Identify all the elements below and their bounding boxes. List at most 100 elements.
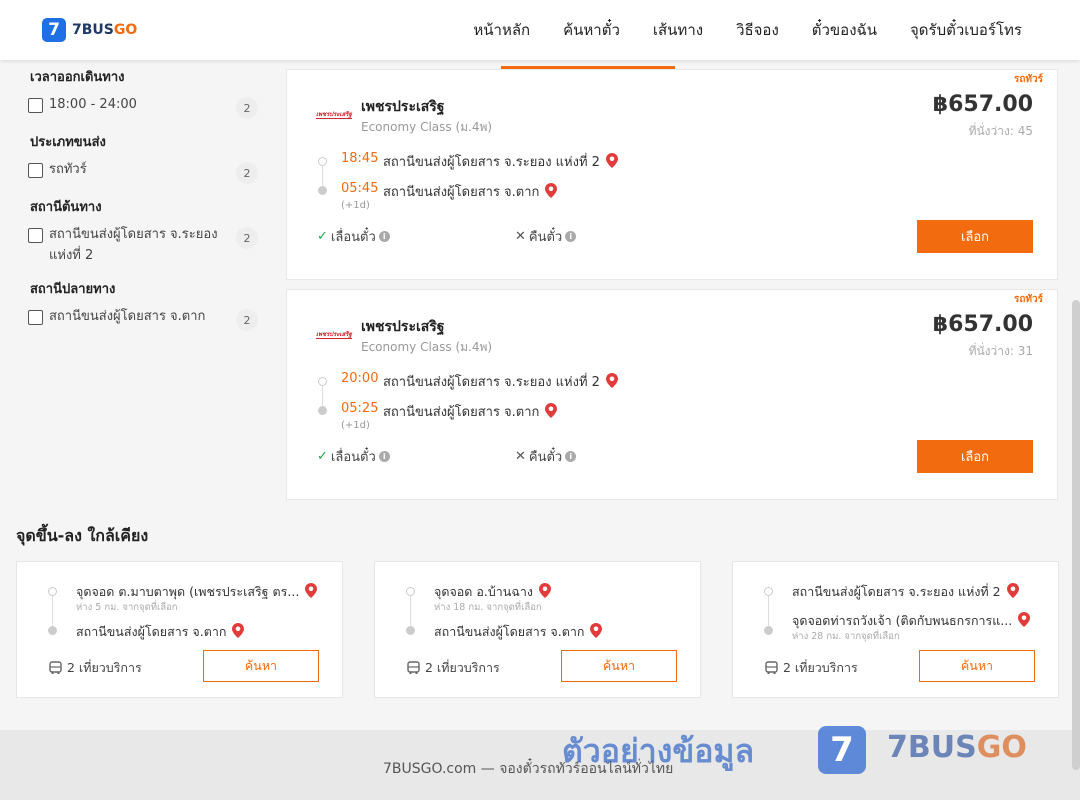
info-icon[interactable]: i <box>378 451 390 462</box>
origin-dot-icon <box>406 587 415 596</box>
nav-my-tickets[interactable]: ตั๋วของฉัน <box>812 18 877 42</box>
filter-option[interactable]: 18:00 - 24:00 2 <box>28 97 258 119</box>
route-line <box>52 592 53 630</box>
seats-available: ที่นั่งว่าง: 45 <box>968 124 1033 138</box>
filter-transport-type: ประเภทขนส่ง รถทัวร์ 2 <box>28 131 258 184</box>
select-trip-button[interactable]: เลือก <box>917 440 1033 473</box>
nearby-destination[interactable]: สถานีขนส่งผู้โดยสาร จ.ตาก <box>76 622 245 642</box>
bus-class: Economy Class (ม.4พ) <box>361 340 493 354</box>
origin-dot-icon <box>48 587 57 596</box>
nearby-origin[interactable]: จุดจอด อ.บ้านฉาง <box>434 582 551 602</box>
departure-station[interactable]: สถานีขนส่งผู้โดยสาร จ.ระยอง แห่งที่ 2 <box>383 151 618 172</box>
map-pin-icon[interactable] <box>590 623 603 638</box>
info-icon[interactable]: i <box>378 231 390 242</box>
map-pin-icon[interactable] <box>232 623 245 638</box>
transport-type-badge: รถทัวร์ <box>1013 74 1043 85</box>
page-scrollbar[interactable] <box>1072 300 1080 770</box>
arrival-station[interactable]: สถานีขนส่งผู้โดยสาร จ.ตาก <box>383 401 558 422</box>
filter-count-badge: 2 <box>236 97 258 119</box>
logo-text: 7BUSGO <box>72 22 138 38</box>
filter-departure-time: เวลาออกเดินทาง 18:00 - 24:00 2 <box>28 66 258 119</box>
departure-station[interactable]: สถานีขนส่งผู้โดยสาร จ.ระยอง แห่งที่ 2 <box>383 371 618 392</box>
destination-dot-icon <box>318 186 327 195</box>
checkbox[interactable] <box>28 228 43 243</box>
filter-title: สถานีต้นทาง <box>30 200 102 215</box>
nearby-card: จุดจอด อ.บ้านฉาง ห่าง 18 กม. จากจุดที่เล… <box>374 561 701 698</box>
map-pin-icon[interactable] <box>538 583 551 598</box>
filter-title: ประเภทขนส่ง <box>30 135 106 150</box>
trip-card: รถทัวร์ เพชรประเสริฐ เพชรประเสริฐ Econom… <box>286 289 1058 500</box>
nav-how-to-book[interactable]: วิธีจอง <box>736 18 779 42</box>
map-pin-icon[interactable] <box>605 373 618 388</box>
cross-icon: ✕ <box>515 229 526 244</box>
checkbox[interactable] <box>28 310 43 325</box>
nav-search-tickets[interactable]: ค้นหาตั๋ว <box>563 18 620 42</box>
arrival-station[interactable]: สถานีขนส่งผู้โดยสาร จ.ตาก <box>383 181 558 202</box>
next-day-marker: (+1d) <box>341 420 370 431</box>
filter-count-badge: 2 <box>236 162 258 184</box>
filter-option[interactable]: สถานีขนส่งผู้โดยสาร จ.ตาก 2 <box>28 309 258 331</box>
operator-name: เพชรประเสริฐ <box>361 319 445 335</box>
departure-time: 18:45 <box>341 151 379 166</box>
trip-count: 2 เที่ยวบริการ <box>49 658 142 678</box>
map-pin-icon[interactable] <box>605 153 618 168</box>
change-policy: ✓ เลื่อนตั๋ว i <box>317 226 390 247</box>
origin-dot-icon <box>318 377 327 386</box>
filter-option-label: สถานีขนส่งผู้โดยสาร จ.ตาก <box>49 309 206 324</box>
filter-option-label: รถทัวร์ <box>49 162 87 177</box>
nearby-search-button[interactable]: ค้นหา <box>919 650 1035 682</box>
check-icon: ✓ <box>317 229 328 244</box>
route-line <box>768 592 769 630</box>
top-header: 7 7BUSGO หน้าหลัก ค้นหาตั๋ว เส้นทาง วิธี… <box>0 0 1080 60</box>
destination-dot-icon <box>406 626 415 635</box>
map-pin-icon[interactable] <box>545 403 558 418</box>
distance-note: ห่าง 18 กม. จากจุดที่เลือก <box>434 602 542 613</box>
brand-logo[interactable]: 7 7BUSGO <box>42 18 137 42</box>
trip-price: ฿657.00 <box>932 312 1033 337</box>
trip-card: รถทัวร์ เพชรประเสริฐ เพชรประเสริฐ Econom… <box>286 69 1058 280</box>
filter-option-label: 18:00 - 24:00 <box>49 97 137 112</box>
trip-price: ฿657.00 <box>932 92 1033 117</box>
nav-pickup-points[interactable]: จุดรับตั๋วเบอร์โทร <box>910 18 1022 42</box>
filter-option[interactable]: รถทัวร์ 2 <box>28 162 258 184</box>
filter-count-badge: 2 <box>236 227 258 249</box>
departure-time: 20:00 <box>341 371 379 386</box>
logo-mark-icon: 7 <box>42 18 66 42</box>
map-pin-icon[interactable] <box>545 183 558 198</box>
checkbox[interactable] <box>28 163 43 178</box>
info-icon[interactable]: i <box>565 231 577 242</box>
refund-policy: ✕ คืนตั๋ว i <box>515 226 577 247</box>
bus-icon <box>49 661 62 674</box>
next-day-marker: (+1d) <box>341 200 370 211</box>
operator-name: เพชรประเสริฐ <box>361 99 445 115</box>
nav-home[interactable]: หน้าหลัก <box>473 18 530 42</box>
map-pin-icon[interactable] <box>1018 612 1031 627</box>
filter-option[interactable]: สถานีขนส่งผู้โดยสาร จ.ระยอง แห่งที่ 2 2 <box>28 227 258 266</box>
transport-type-badge: รถทัวร์ <box>1013 294 1043 305</box>
nearby-search-button[interactable]: ค้นหา <box>561 650 677 682</box>
nearby-origin[interactable]: สถานีขนส่งผู้โดยสาร จ.ระยอง แห่งที่ 2 <box>792 582 1019 602</box>
filter-destination-station: สถานีปลายทาง สถานีขนส่งผู้โดยสาร จ.ตาก 2 <box>28 278 258 331</box>
select-trip-button[interactable]: เลือก <box>917 220 1033 253</box>
seats-available: ที่นั่งว่าง: 31 <box>968 344 1033 358</box>
distance-note: ห่าง 5 กม. จากจุดที่เลือก <box>76 602 178 613</box>
filter-sidebar: เวลาออกเดินทาง 18:00 - 24:00 2 ประเภทขนส… <box>28 66 258 343</box>
nearby-section-title: จุดขึ้น-ลง ใกล้เคียง <box>16 526 149 545</box>
filter-option-label: สถานีขนส่งผู้โดยสาร จ.ระยอง แห่งที่ 2 <box>49 227 218 263</box>
info-icon[interactable]: i <box>565 451 577 462</box>
nearby-search-button[interactable]: ค้นหา <box>203 650 319 682</box>
change-policy: ✓ เลื่อนตั๋ว i <box>317 446 390 467</box>
nearby-destination[interactable]: จุดจอดท่ารถวังเจ้า (ติดกับพนธกรการแ... <box>792 611 1031 631</box>
checkbox[interactable] <box>28 98 43 113</box>
map-pin-icon[interactable] <box>305 583 318 598</box>
nav-routes[interactable]: เส้นทาง <box>653 18 703 42</box>
page-footer: 7BUSGO.com — จองตั๋วรถทัวร์ออนไลน์ทั่วไท… <box>0 730 1080 800</box>
refund-policy: ✕ คืนตั๋ว i <box>515 446 577 467</box>
filter-title: เวลาออกเดินทาง <box>30 70 125 85</box>
filter-count-badge: 2 <box>236 309 258 331</box>
nearby-destination[interactable]: สถานีขนส่งผู้โดยสาร จ.ตาก <box>434 622 603 642</box>
map-pin-icon[interactable] <box>1006 583 1019 598</box>
nearby-origin[interactable]: จุดจอด ต.มาบตาพุด (เพชรประเสริฐ ตร... <box>76 582 318 602</box>
destination-dot-icon <box>764 626 773 635</box>
trip-count: 2 เที่ยวบริการ <box>765 658 858 678</box>
